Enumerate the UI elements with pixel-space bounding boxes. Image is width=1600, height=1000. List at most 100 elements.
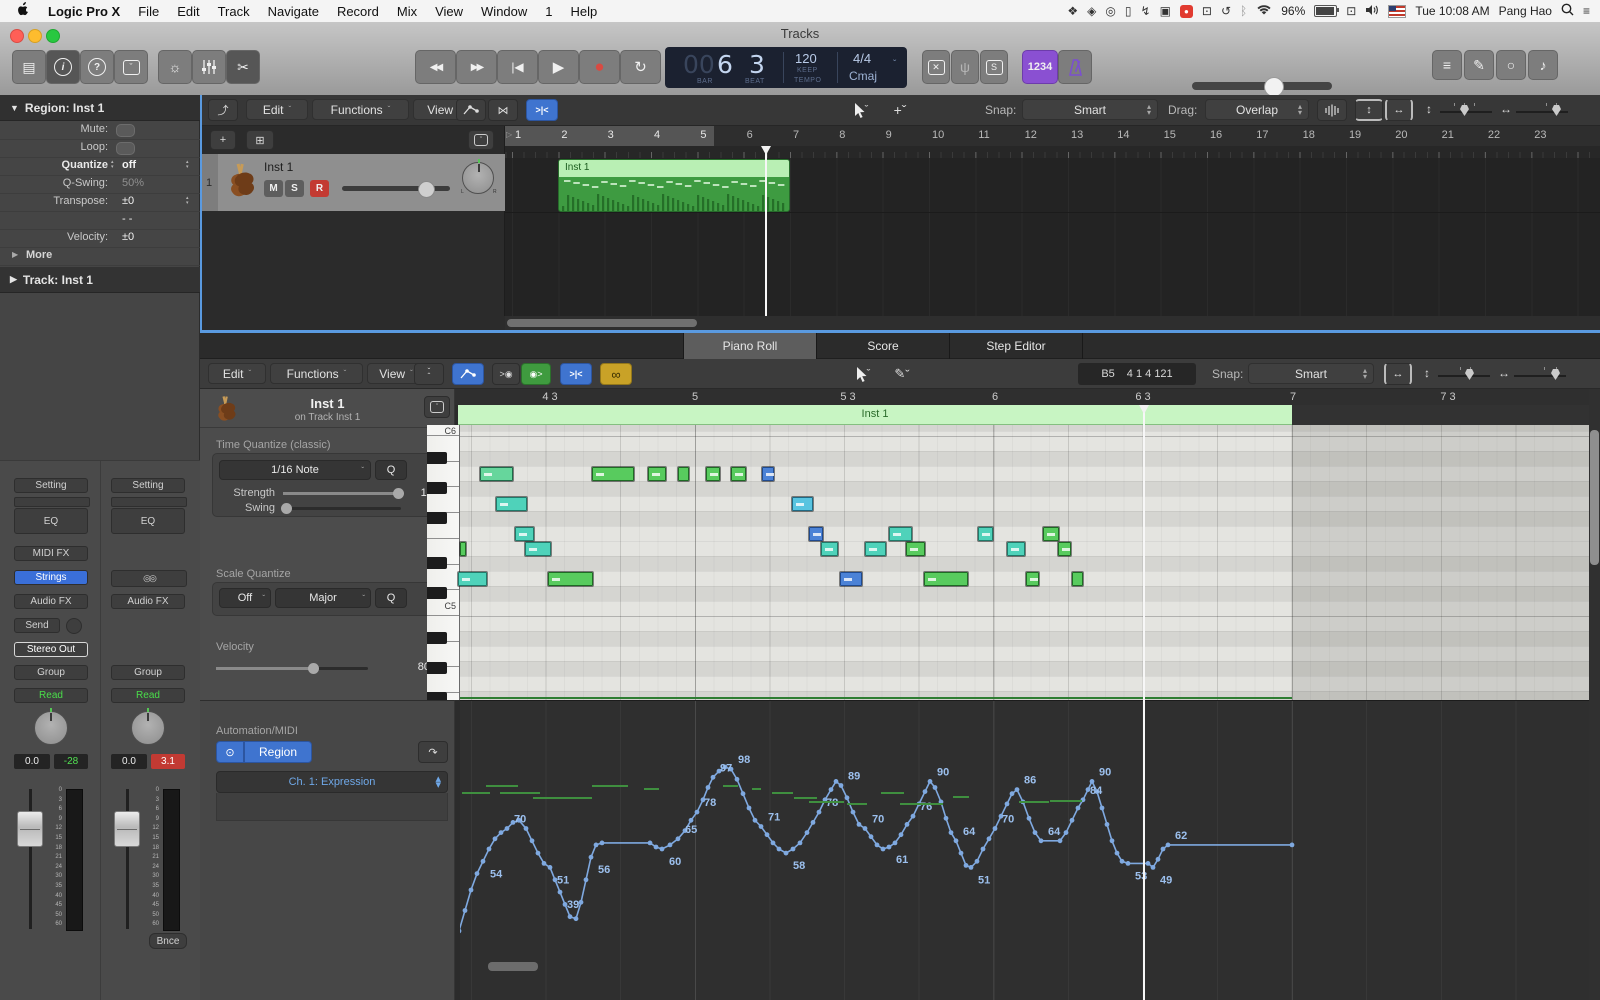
midi-note[interactable] bbox=[792, 497, 813, 511]
checkbox[interactable] bbox=[116, 142, 135, 155]
automation-point[interactable] bbox=[1058, 838, 1063, 843]
midi-note[interactable] bbox=[678, 467, 689, 481]
automation-point[interactable] bbox=[530, 838, 535, 843]
tracks-playhead[interactable] bbox=[765, 146, 767, 316]
automation-point[interactable] bbox=[1076, 806, 1081, 811]
collapse-view-button[interactable]: ˇˆ bbox=[414, 363, 444, 385]
automation-point[interactable] bbox=[648, 841, 653, 846]
duplicate-track-button[interactable]: ⊞ bbox=[246, 130, 274, 150]
menu-item-navigate[interactable]: Navigate bbox=[259, 4, 328, 19]
strip1-fader-track[interactable] bbox=[29, 789, 32, 929]
track-volume-thumb[interactable] bbox=[418, 181, 435, 198]
menubar-clock[interactable]: Tue 10:08 AM bbox=[1415, 4, 1489, 18]
automation-point[interactable] bbox=[1010, 791, 1015, 796]
automation-point[interactable] bbox=[706, 785, 711, 790]
pr-pencil-tool[interactable]: ✎ˇ bbox=[884, 363, 920, 385]
black-key[interactable] bbox=[427, 662, 447, 674]
play-button[interactable]: ▶ bbox=[538, 50, 579, 84]
black-key[interactable] bbox=[427, 482, 447, 494]
tab-score[interactable]: Score bbox=[816, 333, 950, 359]
automation-point[interactable] bbox=[949, 830, 954, 835]
tracks-h-scroll-thumb[interactable] bbox=[507, 319, 697, 327]
pr-playhead-marker[interactable] bbox=[1139, 405, 1149, 414]
screen-record-icon[interactable]: ● bbox=[1180, 5, 1193, 18]
zoom-window-button[interactable] bbox=[46, 29, 60, 43]
automation-point[interactable] bbox=[811, 820, 816, 825]
track-record-button[interactable]: R bbox=[310, 180, 329, 197]
wifi-icon[interactable] bbox=[1256, 4, 1272, 19]
tracks-menu-edit[interactable]: Editˇ bbox=[246, 99, 308, 120]
automation-point[interactable] bbox=[741, 791, 746, 796]
automation-power-button[interactable]: ⊙ bbox=[216, 741, 244, 763]
midi-note[interactable] bbox=[460, 542, 466, 556]
automation-point[interactable] bbox=[747, 806, 752, 811]
midi-note[interactable] bbox=[480, 467, 513, 481]
automation-point[interactable] bbox=[993, 826, 998, 831]
black-key[interactable] bbox=[427, 632, 447, 644]
horizontal-auto-zoom-button[interactable]: ↔ bbox=[1385, 99, 1413, 121]
strip2-stereo-icon[interactable]: ◎◎ bbox=[111, 570, 187, 587]
strip1-setting-button[interactable]: Setting bbox=[14, 478, 88, 493]
row-value[interactable]: - - bbox=[122, 213, 132, 225]
pr-h-scroll-thumb[interactable] bbox=[488, 962, 538, 971]
strip2-read-button[interactable]: Read bbox=[111, 688, 185, 703]
automation-point[interactable] bbox=[1166, 843, 1171, 848]
strip2-gain-display[interactable]: 0.0 bbox=[111, 754, 147, 769]
automation-point[interactable] bbox=[887, 845, 892, 850]
midi-note[interactable] bbox=[978, 527, 993, 541]
automation-point[interactable] bbox=[981, 847, 986, 852]
shield-icon[interactable]: ◈ bbox=[1087, 4, 1096, 18]
metronome-button[interactable] bbox=[1058, 50, 1092, 84]
more-label[interactable]: More bbox=[26, 249, 52, 261]
more-disclosure[interactable]: ▶ bbox=[12, 250, 18, 259]
automation-point[interactable] bbox=[759, 824, 764, 829]
browsers-button[interactable]: ♪ bbox=[1528, 50, 1558, 80]
snap-select[interactable]: Smart▴▾ bbox=[1022, 99, 1158, 120]
stepper-icon[interactable]: ▴ ▾ bbox=[186, 160, 189, 170]
midi-note[interactable] bbox=[1007, 542, 1025, 556]
automation-point[interactable] bbox=[928, 779, 933, 784]
scale-quantize-apply-button[interactable]: Q bbox=[375, 588, 407, 608]
menubar-user[interactable]: Pang Hao bbox=[1499, 4, 1552, 18]
tracks-flex-button[interactable]: ⋈ bbox=[488, 99, 518, 121]
automation-point[interactable] bbox=[1120, 859, 1125, 864]
automation-point[interactable] bbox=[817, 810, 822, 815]
automation-point[interactable] bbox=[777, 847, 782, 852]
black-key[interactable] bbox=[427, 587, 447, 599]
automation-point[interactable] bbox=[463, 908, 468, 913]
automation-curve[interactable]: 5470513956606578979871587889706176906451… bbox=[460, 701, 1600, 1000]
automation-mode-button[interactable]: Region bbox=[244, 741, 312, 763]
notification-center-icon[interactable]: ≡ bbox=[1583, 4, 1590, 18]
volume-icon[interactable] bbox=[1365, 4, 1379, 19]
lcd-display[interactable]: 00 6 3 BAR BEAT 120 KEEP TEMPO 4/4 Cmaj … bbox=[665, 47, 907, 88]
automation-point[interactable] bbox=[987, 836, 992, 841]
automation-point[interactable] bbox=[460, 929, 461, 934]
strip2-eq-thumbnail[interactable] bbox=[111, 497, 187, 507]
automation-point[interactable] bbox=[654, 845, 659, 850]
forward-button[interactable]: ▶▶ bbox=[456, 50, 497, 84]
stepper-icon[interactable]: ▴ ▾ bbox=[111, 160, 114, 170]
automation-point[interactable] bbox=[899, 832, 904, 837]
black-key[interactable] bbox=[427, 692, 447, 700]
checkbox[interactable] bbox=[116, 124, 135, 137]
add-track-button[interactable]: + bbox=[210, 130, 236, 150]
automation-point[interactable] bbox=[493, 836, 498, 841]
menu-item-1[interactable]: 1 bbox=[536, 4, 561, 19]
pr-playhead[interactable] bbox=[1143, 405, 1145, 1000]
automation-point[interactable] bbox=[1039, 838, 1044, 843]
midi-note[interactable] bbox=[924, 572, 968, 586]
stepper-icon[interactable]: ▴ ▾ bbox=[186, 196, 189, 206]
black-key[interactable] bbox=[427, 452, 447, 464]
automation-point[interactable] bbox=[944, 816, 949, 821]
tracks-back-button[interactable]: ⤴ bbox=[208, 99, 238, 121]
track-name[interactable]: Inst 1 bbox=[264, 160, 293, 174]
midi-note[interactable] bbox=[731, 467, 746, 481]
vertical-zoom-slider[interactable] bbox=[1440, 103, 1492, 117]
pr-snap-select[interactable]: Smart▴▾ bbox=[1248, 363, 1374, 384]
automation-point[interactable] bbox=[975, 859, 980, 864]
strip1-midi-fx-button[interactable]: MIDI FX bbox=[14, 546, 88, 561]
piano-keyboard[interactable]: C6C5 bbox=[427, 425, 460, 700]
automation-point[interactable] bbox=[1005, 802, 1010, 807]
automation-point[interactable] bbox=[845, 795, 850, 800]
time-quantize-apply-button[interactable]: Q bbox=[375, 460, 407, 480]
